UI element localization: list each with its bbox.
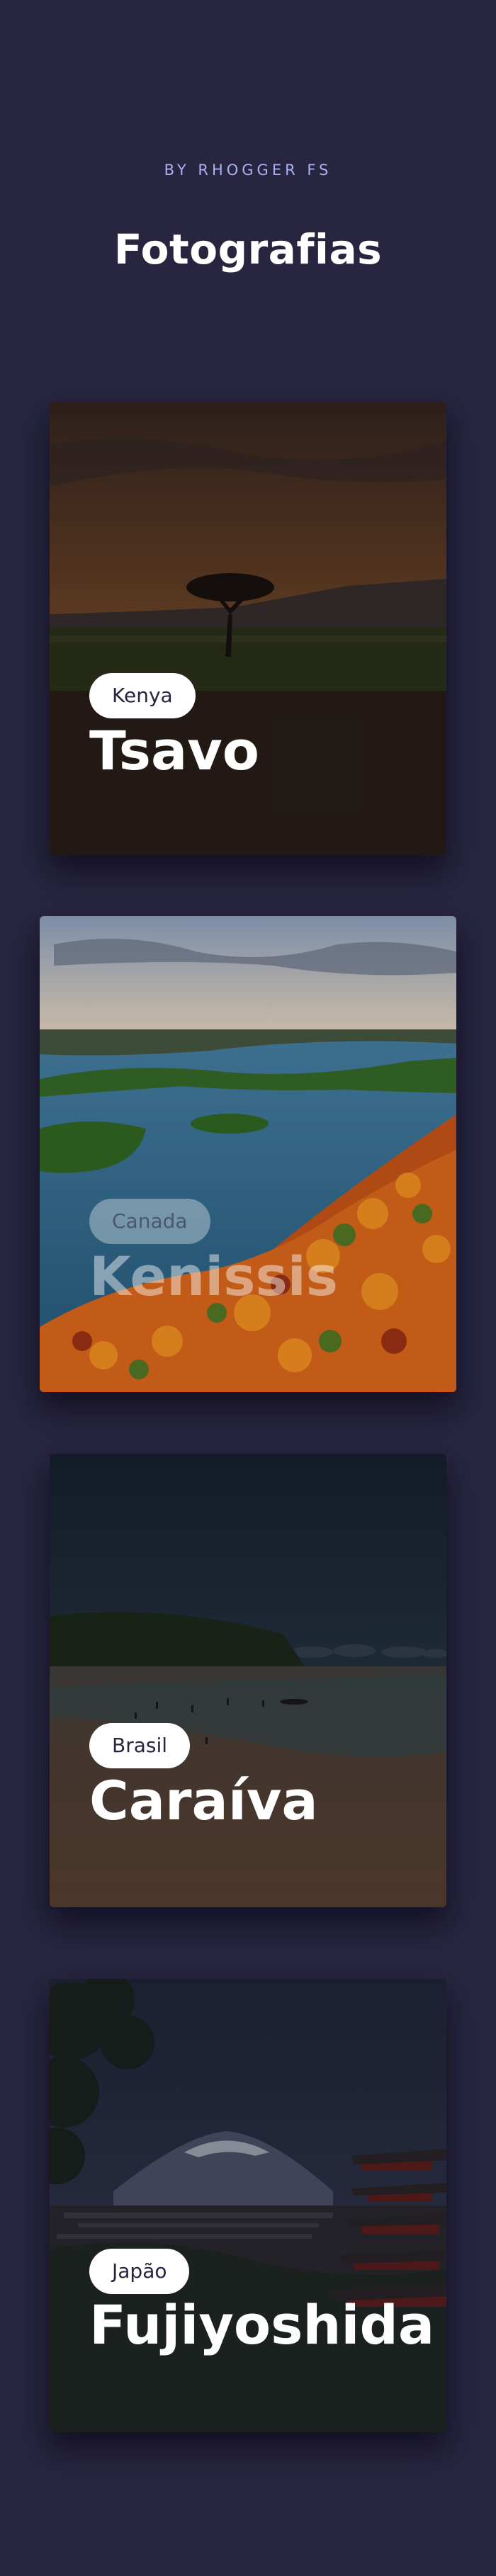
place-title: Fujiyoshida bbox=[89, 2293, 435, 2356]
country-badge: Brasil bbox=[89, 1723, 191, 1768]
place-title: Caraíva bbox=[89, 1769, 318, 1832]
photo-image-kenissis bbox=[40, 916, 456, 1392]
country-badge: Kenya bbox=[89, 673, 196, 718]
photo-card-tsavo[interactable]: Kenya Tsavo bbox=[50, 402, 446, 855]
photo-card-kenissis[interactable]: Canada Kenissis bbox=[40, 916, 456, 1392]
place-title: Kenissis bbox=[89, 1245, 339, 1308]
photo-card-fujiyoshida[interactable]: Japão Fujiyoshida bbox=[50, 1979, 446, 2432]
country-badge: Canada bbox=[89, 1199, 210, 1244]
photo-card-caraiva[interactable]: Brasil Caraíva bbox=[50, 1454, 446, 1907]
photo-overlay bbox=[50, 1979, 446, 2432]
author-byline: BY RHOGGER FS bbox=[164, 162, 332, 179]
photo-overlay bbox=[50, 1454, 446, 1907]
country-badge: Japão bbox=[89, 2249, 190, 2294]
photo-overlay bbox=[50, 402, 446, 855]
page-title: Fotografias bbox=[113, 225, 383, 273]
place-title: Tsavo bbox=[89, 719, 260, 782]
